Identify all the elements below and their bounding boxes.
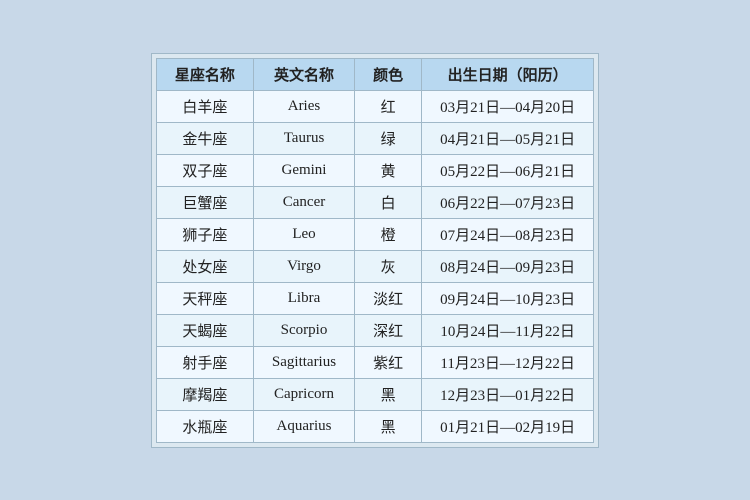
- cell-date-10: 01月21日—02月19日: [422, 410, 594, 442]
- table-row: 白羊座Aries红03月21日—04月20日: [156, 90, 593, 122]
- table-header-row: 星座名称 英文名称 颜色 出生日期（阳历）: [156, 58, 593, 90]
- table-row: 金牛座Taurus绿04月21日—05月21日: [156, 122, 593, 154]
- cell-english-10: Aquarius: [253, 410, 354, 442]
- cell-color-8: 紫红: [355, 346, 422, 378]
- cell-chinese-2: 双子座: [156, 154, 253, 186]
- cell-color-10: 黑: [355, 410, 422, 442]
- cell-chinese-1: 金牛座: [156, 122, 253, 154]
- cell-color-3: 白: [355, 186, 422, 218]
- cell-chinese-7: 天蝎座: [156, 314, 253, 346]
- cell-color-5: 灰: [355, 250, 422, 282]
- table-row: 双子座Gemini黄05月22日—06月21日: [156, 154, 593, 186]
- cell-chinese-4: 狮子座: [156, 218, 253, 250]
- table-row: 处女座Virgo灰08月24日—09月23日: [156, 250, 593, 282]
- cell-date-1: 04月21日—05月21日: [422, 122, 594, 154]
- cell-color-7: 深红: [355, 314, 422, 346]
- table-row: 摩羯座Capricorn黑12月23日—01月22日: [156, 378, 593, 410]
- cell-chinese-5: 处女座: [156, 250, 253, 282]
- table-row: 狮子座Leo橙07月24日—08月23日: [156, 218, 593, 250]
- cell-date-8: 11月23日—12月22日: [422, 346, 594, 378]
- cell-color-2: 黄: [355, 154, 422, 186]
- cell-chinese-6: 天秤座: [156, 282, 253, 314]
- cell-chinese-0: 白羊座: [156, 90, 253, 122]
- cell-english-9: Capricorn: [253, 378, 354, 410]
- cell-color-6: 淡红: [355, 282, 422, 314]
- cell-chinese-8: 射手座: [156, 346, 253, 378]
- cell-english-1: Taurus: [253, 122, 354, 154]
- cell-date-2: 05月22日—06月21日: [422, 154, 594, 186]
- cell-chinese-3: 巨蟹座: [156, 186, 253, 218]
- cell-english-0: Aries: [253, 90, 354, 122]
- cell-english-4: Leo: [253, 218, 354, 250]
- header-english: 英文名称: [253, 58, 354, 90]
- cell-english-5: Virgo: [253, 250, 354, 282]
- table-row: 水瓶座Aquarius黑01月21日—02月19日: [156, 410, 593, 442]
- cell-date-5: 08月24日—09月23日: [422, 250, 594, 282]
- cell-english-7: Scorpio: [253, 314, 354, 346]
- cell-date-4: 07月24日—08月23日: [422, 218, 594, 250]
- cell-chinese-10: 水瓶座: [156, 410, 253, 442]
- cell-date-9: 12月23日—01月22日: [422, 378, 594, 410]
- cell-color-9: 黑: [355, 378, 422, 410]
- zodiac-table: 星座名称 英文名称 颜色 出生日期（阳历） 白羊座Aries红03月21日—04…: [156, 58, 594, 443]
- cell-date-6: 09月24日—10月23日: [422, 282, 594, 314]
- table-row: 巨蟹座Cancer白06月22日—07月23日: [156, 186, 593, 218]
- cell-english-8: Sagittarius: [253, 346, 354, 378]
- table-row: 天秤座Libra淡红09月24日—10月23日: [156, 282, 593, 314]
- table-row: 天蝎座Scorpio深红10月24日—11月22日: [156, 314, 593, 346]
- header-color: 颜色: [355, 58, 422, 90]
- cell-date-3: 06月22日—07月23日: [422, 186, 594, 218]
- cell-color-0: 红: [355, 90, 422, 122]
- table-row: 射手座Sagittarius紫红11月23日—12月22日: [156, 346, 593, 378]
- cell-date-7: 10月24日—11月22日: [422, 314, 594, 346]
- cell-english-6: Libra: [253, 282, 354, 314]
- cell-chinese-9: 摩羯座: [156, 378, 253, 410]
- cell-english-2: Gemini: [253, 154, 354, 186]
- cell-color-4: 橙: [355, 218, 422, 250]
- cell-date-0: 03月21日—04月20日: [422, 90, 594, 122]
- cell-color-1: 绿: [355, 122, 422, 154]
- zodiac-table-container: 星座名称 英文名称 颜色 出生日期（阳历） 白羊座Aries红03月21日—04…: [151, 53, 599, 448]
- header-chinese: 星座名称: [156, 58, 253, 90]
- cell-english-3: Cancer: [253, 186, 354, 218]
- header-date: 出生日期（阳历）: [422, 58, 594, 90]
